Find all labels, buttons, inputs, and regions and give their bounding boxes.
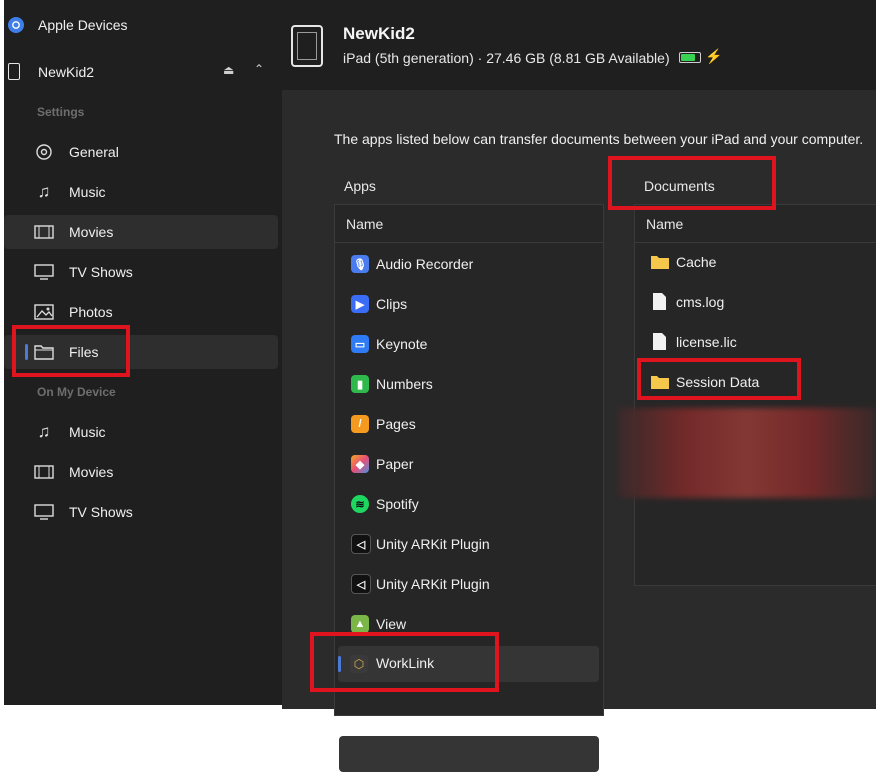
battery-icon xyxy=(679,52,701,63)
document-name: Cache xyxy=(676,254,717,270)
document-name: cms.log xyxy=(676,294,725,310)
apple-devices-logo-icon xyxy=(8,17,24,33)
eject-icon[interactable]: ⏏ xyxy=(223,63,234,77)
app-name: Unity ARKit Plugin xyxy=(376,576,490,592)
sidebar-item-device-movies[interactable]: Movies xyxy=(4,455,278,489)
sidebar-item-photos[interactable]: Photos xyxy=(4,295,278,329)
highlight-worklink xyxy=(310,632,499,692)
unity-app-icon: ◁ xyxy=(351,574,371,594)
film-icon xyxy=(34,462,54,482)
music-note-icon: ♫ xyxy=(37,422,51,441)
sidebar-device-name: NewKid2 xyxy=(38,64,95,80)
app-name: Clips xyxy=(376,296,408,312)
folder-icon xyxy=(651,255,669,272)
document-name: license.lic xyxy=(676,334,737,350)
tv-icon xyxy=(34,502,54,522)
sidebar-item-device-music[interactable]: ♫ Music xyxy=(4,415,278,449)
app-name: Unity ARKit Plugin xyxy=(376,536,490,552)
device-header: NewKid2 iPad (5th generation) · 27.46 GB… xyxy=(282,0,876,90)
file-icon xyxy=(653,293,666,313)
app-name: Pages xyxy=(376,416,416,432)
app-name: View xyxy=(376,616,407,632)
app-row-paper[interactable]: ◆ Paper xyxy=(335,446,603,482)
numbers-app-icon: ▮ xyxy=(351,375,369,393)
keynote-app-icon: ▭ xyxy=(351,335,369,353)
highlight-session-data xyxy=(637,358,801,400)
sidebar-item-label: TV Shows xyxy=(69,504,133,520)
music-note-icon: ♫ xyxy=(37,182,51,201)
app-name: Keynote xyxy=(376,336,428,352)
sidebar-item-label: Movies xyxy=(69,464,114,480)
sidebar-item-label: TV Shows xyxy=(69,264,133,280)
sidebar-item-tv-shows[interactable]: TV Shows xyxy=(4,255,278,289)
name-column-label: Name xyxy=(646,216,684,232)
paper-app-icon: ◆ xyxy=(351,455,369,473)
sidebar-item-general[interactable]: General xyxy=(4,135,278,169)
app-name: Paper xyxy=(376,456,414,472)
documents-name-header[interactable]: Name xyxy=(635,205,876,243)
app-name: Audio Recorder xyxy=(376,256,474,272)
app-row-pages[interactable]: / Pages xyxy=(335,406,603,442)
sidebar-item-label: General xyxy=(69,144,119,160)
apps-heading: Apps xyxy=(344,178,376,194)
sidebar-item-movies[interactable]: Movies xyxy=(4,215,278,249)
app-row-clips[interactable]: ▶ Clips xyxy=(335,286,603,322)
spotify-app-icon: ≋ xyxy=(351,495,369,513)
gear-icon xyxy=(34,142,54,162)
highlight-documents xyxy=(608,156,776,210)
unity-app-icon: ◁ xyxy=(351,534,371,554)
highlight-files xyxy=(12,325,130,377)
ipad-large-icon xyxy=(291,25,323,67)
app-row-audio-recorder[interactable]: 🎙 Audio Recorder xyxy=(335,246,603,282)
sidebar-item-label: Photos xyxy=(69,304,113,320)
redacted-region xyxy=(618,408,876,498)
sidebar-item-label: Movies xyxy=(69,224,114,240)
app-name: Spotify xyxy=(376,496,419,512)
name-column-label: Name xyxy=(346,216,384,232)
app-title: Apple Devices xyxy=(38,17,128,33)
document-row-cache[interactable]: Cache xyxy=(635,244,876,280)
section-on-my-device: On My Device xyxy=(37,385,116,399)
app-row-worklink-sel xyxy=(339,736,599,772)
device-info: iPad (5th generation) · 27.46 GB (8.81 G… xyxy=(343,50,670,66)
sidebar-item-device-tv-shows[interactable]: TV Shows xyxy=(4,495,278,529)
ipad-icon xyxy=(8,63,20,80)
device-title: NewKid2 xyxy=(343,24,415,43)
document-row-license-lic[interactable]: license.lic xyxy=(635,324,876,360)
file-icon xyxy=(653,333,666,353)
film-icon xyxy=(34,222,54,242)
pages-app-icon: / xyxy=(351,415,369,433)
view-app-icon: ▲ xyxy=(351,615,369,633)
intro-text: The apps listed below can transfer docum… xyxy=(334,131,864,147)
app-row-spotify[interactable]: ≋ Spotify xyxy=(335,486,603,522)
sidebar-item-label: Music xyxy=(69,424,106,440)
app-name: Numbers xyxy=(376,376,433,392)
charging-bolt-icon: ⚡ xyxy=(705,48,723,64)
section-settings: Settings xyxy=(37,105,85,119)
app-row-unity-arkit-plugin-2[interactable]: ◁ Unity ARKit Plugin xyxy=(335,566,603,602)
tv-icon xyxy=(34,262,54,282)
chevron-up-icon[interactable]: ⌃ xyxy=(254,62,264,76)
sidebar-item-music[interactable]: ♫ Music xyxy=(4,175,278,209)
app-row-unity-arkit-plugin[interactable]: ◁ Unity ARKit Plugin xyxy=(335,526,603,562)
app-row-numbers[interactable]: ▮ Numbers xyxy=(335,366,603,402)
sidebar-device-row[interactable]: NewKid2 ⏏ ⌃ xyxy=(4,55,278,89)
photo-icon xyxy=(34,302,54,322)
apps-name-header[interactable]: Name xyxy=(335,205,603,243)
audio-recorder-app-icon: 🎙 xyxy=(351,255,369,273)
sidebar-item-label: Music xyxy=(69,184,106,200)
app-row-keynote[interactable]: ▭ Keynote xyxy=(335,326,603,362)
clips-app-icon: ▶ xyxy=(351,295,369,313)
document-row-cms-log[interactable]: cms.log xyxy=(635,284,876,320)
